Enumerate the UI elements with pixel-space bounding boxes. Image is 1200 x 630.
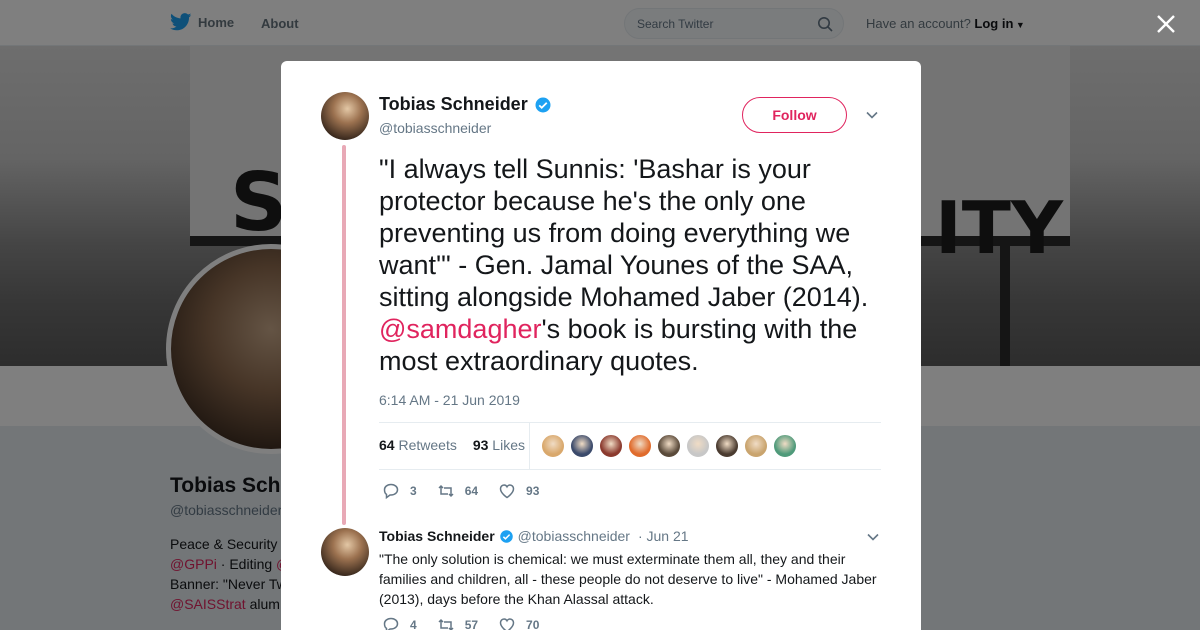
- mention-link[interactable]: @samdagher: [379, 314, 542, 344]
- liker-avatars: [541, 434, 797, 458]
- reply-count: 4: [410, 618, 417, 630]
- tweet-timestamp[interactable]: 6:14 AM - 21 Jun 2019: [379, 392, 520, 408]
- divider: [379, 422, 881, 423]
- likes-count: 93: [472, 437, 489, 453]
- retweets-stat[interactable]: 64 Retweets: [379, 437, 457, 453]
- chevron-down-icon[interactable]: [866, 530, 880, 544]
- reply-button[interactable]: 4: [382, 616, 417, 630]
- author-handle[interactable]: @tobiasschneider: [379, 120, 491, 136]
- engagement-counts: 64 Retweets 93 Likes: [379, 437, 525, 453]
- reply-date[interactable]: · Jun 21: [638, 528, 689, 544]
- retweet-count: 64: [464, 484, 479, 498]
- follow-button[interactable]: Follow: [742, 97, 847, 133]
- reply-text: "The only solution is chemical: we must …: [379, 551, 877, 607]
- liker-avatar[interactable]: [541, 434, 565, 458]
- liker-avatar[interactable]: [715, 434, 739, 458]
- reply-button[interactable]: 3: [382, 482, 417, 500]
- retweets-count: 64: [379, 437, 395, 453]
- tweet-text: "I always tell Sunnis: 'Bashar is your p…: [379, 153, 889, 377]
- close-icon[interactable]: [1154, 12, 1178, 36]
- reply-icon: [383, 483, 399, 500]
- thread-line: [342, 145, 346, 525]
- like-count: 93: [526, 484, 540, 498]
- retweet-icon: [438, 484, 454, 498]
- reply-author-name[interactable]: Tobias Schneider: [379, 528, 495, 544]
- tweet-modal: Tobias Schneider @tobiasschneider Follow…: [281, 61, 921, 630]
- like-button[interactable]: 93: [498, 482, 539, 500]
- reply-author-handle[interactable]: @tobiasschneider: [518, 528, 630, 544]
- reply-count: 3: [410, 484, 417, 498]
- retweet-button[interactable]: 64: [437, 482, 478, 500]
- author-name[interactable]: Tobias Schneider: [379, 94, 552, 115]
- liker-avatar[interactable]: [686, 434, 710, 458]
- retweet-icon: [438, 618, 454, 630]
- tweet-actions: 3 64 93: [382, 482, 559, 500]
- liker-avatar[interactable]: [570, 434, 594, 458]
- verified-badge-icon: [535, 97, 551, 112]
- author-name-text: Tobias Schneider: [379, 94, 528, 114]
- tweet-text-part: "I always tell Sunnis: 'Bashar is your p…: [379, 154, 869, 312]
- like-count: 70: [526, 618, 540, 630]
- divider: [379, 469, 881, 470]
- liker-avatar[interactable]: [599, 434, 623, 458]
- reply-icon: [383, 617, 399, 630]
- author-avatar[interactable]: [321, 92, 369, 140]
- heart-icon: [499, 484, 515, 499]
- heart-icon: [499, 618, 515, 630]
- retweet-count: 57: [464, 618, 479, 630]
- reply-author-avatar[interactable]: [321, 528, 369, 576]
- verified-badge-icon: [499, 529, 513, 543]
- chevron-down-icon[interactable]: [865, 108, 879, 122]
- like-button[interactable]: 70: [498, 616, 539, 630]
- divider: [529, 423, 530, 469]
- liker-avatar[interactable]: [657, 434, 681, 458]
- liker-avatar[interactable]: [628, 434, 652, 458]
- reply-header: Tobias Schneider @tobiasschneider · Jun …: [379, 528, 689, 544]
- retweets-label: Retweets: [398, 437, 457, 453]
- reply-actions: 4 57 70: [382, 616, 559, 630]
- likes-label: Likes: [492, 437, 525, 453]
- liker-avatar[interactable]: [773, 434, 797, 458]
- liker-avatar[interactable]: [744, 434, 768, 458]
- retweet-button[interactable]: 57: [437, 616, 478, 630]
- likes-stat[interactable]: 93 Likes: [473, 437, 525, 453]
